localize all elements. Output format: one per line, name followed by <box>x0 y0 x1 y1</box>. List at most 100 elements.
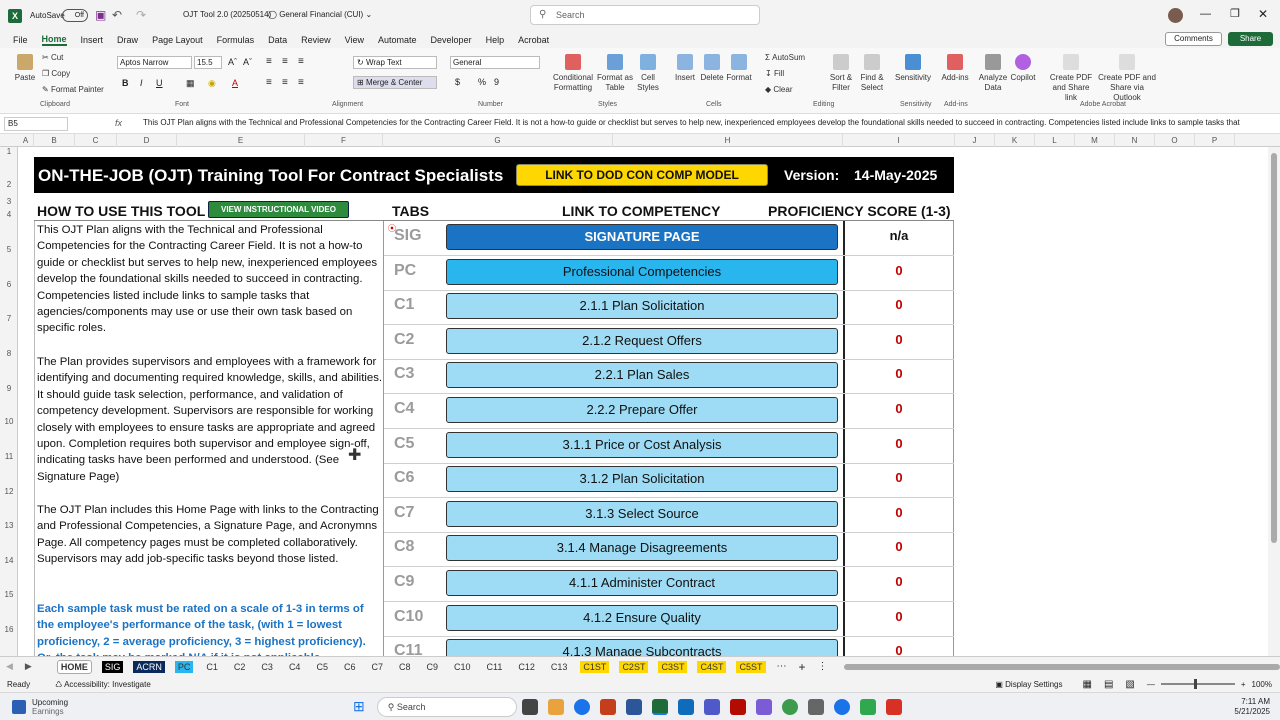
row-15[interactable]: 15 <box>0 590 18 599</box>
sheet-tab-c3[interactable]: C3 <box>258 661 276 673</box>
task-view-icon[interactable] <box>521 698 538 715</box>
row-10[interactable]: 10 <box>0 417 18 426</box>
sheet-tab-c4st[interactable]: C4ST <box>697 660 727 673</box>
font-size-select[interactable]: 15.5 <box>194 56 222 69</box>
zoom-slider[interactable] <box>1160 679 1235 689</box>
underline-icon[interactable]: U <box>156 78 163 88</box>
menu-data[interactable]: Data <box>268 35 287 45</box>
find-select-button[interactable]: Find & Select <box>857 54 887 93</box>
percent-icon[interactable]: % <box>478 77 486 87</box>
search-box[interactable]: ⚲ Search <box>530 5 760 25</box>
function-icon[interactable]: fx <box>115 118 122 128</box>
app-icon[interactable] <box>755 698 772 715</box>
menu-draw[interactable]: Draw <box>117 35 138 45</box>
competency-link-c11[interactable]: 4.1.3 Manage Subcontracts <box>446 639 838 656</box>
analyze-data-button[interactable]: Analyze Data <box>978 54 1008 93</box>
col-n[interactable]: N <box>1115 134 1155 147</box>
copy-button[interactable]: ❐ Copy <box>42 69 70 79</box>
create-pdf-share-button[interactable]: Create PDF and Share link <box>1046 54 1096 103</box>
decrease-font-icon[interactable]: Aˇ <box>243 57 252 67</box>
create-pdf-outlook-button[interactable]: Create PDF and Share via Outlook <box>1098 54 1156 103</box>
comma-icon[interactable]: 9 <box>494 77 499 87</box>
avatar[interactable] <box>1168 8 1183 23</box>
paste-button[interactable]: Paste <box>12 54 38 83</box>
sheet-tab-acrn[interactable]: ACRN <box>133 660 165 673</box>
page-layout-view-icon[interactable]: ▤ <box>1104 679 1113 690</box>
horizontal-scrollbar[interactable] <box>843 663 1280 670</box>
undo-icon[interactable]: ↶ <box>112 8 122 22</box>
italic-icon[interactable]: I <box>140 78 143 88</box>
sheet-tab-c2st[interactable]: C2ST <box>619 660 649 673</box>
cut-button[interactable]: ✂ Cut <box>42 53 63 63</box>
menu-developer[interactable]: Developer <box>431 35 472 45</box>
sheet-tab-c4[interactable]: C4 <box>286 661 304 673</box>
fill-button[interactable]: ↧ Fill <box>765 69 784 79</box>
sensitivity-button[interactable]: Sensitivity <box>895 54 931 83</box>
zoom-in-icon[interactable]: + <box>1241 680 1246 689</box>
dod-con-comp-link[interactable]: LINK TO DOD CON COMP MODEL <box>516 164 768 186</box>
competency-link-c6[interactable]: 3.1.2 Plan Solicitation <box>446 466 838 493</box>
instructional-video-button[interactable]: VIEW INSTRUCTIONAL VIDEO <box>208 201 349 218</box>
accessibility-status[interactable]: ♺ Accessibility: Investigate <box>55 680 151 689</box>
delete-cells-button[interactable]: Delete <box>700 54 724 83</box>
minimize-icon[interactable]: — <box>1200 8 1211 20</box>
windows-start-icon[interactable]: ⊞ <box>353 698 365 715</box>
sheet-tab-c11[interactable]: C11 <box>484 661 506 673</box>
news-widget[interactable]: Upcoming Earnings <box>32 698 68 716</box>
col-g[interactable]: G <box>383 134 613 147</box>
competency-link-pc[interactable]: Professional Competencies <box>446 258 838 285</box>
competency-link-c9[interactable]: 4.1.1 Administer Contract <box>446 570 838 596</box>
row-3[interactable]: 3 <box>0 197 18 206</box>
more-sheets-icon[interactable]: ⋯ <box>777 661 787 672</box>
redo-icon[interactable]: ↷ <box>136 8 146 22</box>
acrobat-icon[interactable] <box>729 698 746 715</box>
col-e[interactable]: E <box>177 134 305 147</box>
sheet-tab-c1st[interactable]: C1ST <box>580 660 610 673</box>
settings-icon[interactable] <box>807 698 824 715</box>
add-sheet-icon[interactable]: + <box>799 660 806 674</box>
outlook-icon[interactable] <box>677 698 694 715</box>
format-as-table-button[interactable]: Format as Table <box>597 54 633 93</box>
row-9[interactable]: 9 <box>0 384 18 393</box>
merge-center-button[interactable]: ⊞ Merge & Center <box>353 76 437 89</box>
menu-automate[interactable]: Automate <box>378 35 417 45</box>
wrap-text-button[interactable]: ↻ Wrap Text <box>353 56 437 69</box>
cell-styles-button[interactable]: Cell Styles <box>633 54 663 93</box>
powerpoint-icon[interactable] <box>599 698 616 715</box>
weather-icon[interactable] <box>12 699 26 714</box>
row-16[interactable]: 16 <box>0 625 18 634</box>
row-5[interactable]: 5 <box>0 245 18 254</box>
display-settings[interactable]: ▣ Display Settings <box>995 680 1062 689</box>
zoom-slider-thumb[interactable] <box>1193 679 1197 689</box>
row-2[interactable]: 2 <box>0 180 18 189</box>
font-color-icon[interactable]: A <box>232 78 238 88</box>
competency-link-sig[interactable]: SIGNATURE PAGE <box>446 224 838 250</box>
competency-link-c3[interactable]: 2.2.1 Plan Sales <box>446 362 838 389</box>
competency-link-c5[interactable]: 3.1.1 Price or Cost Analysis <box>446 431 838 458</box>
chrome-icon[interactable] <box>573 698 590 715</box>
camtasia-icon[interactable] <box>859 698 876 715</box>
number-format-select[interactable]: General <box>450 56 540 69</box>
close-icon[interactable]: ✕ <box>1258 7 1268 21</box>
vertical-scroll-thumb[interactable] <box>1271 153 1277 543</box>
clear-button[interactable]: ◆ Clear <box>765 85 793 95</box>
align-right-icon[interactable]: ≡ <box>298 77 304 88</box>
comments-button[interactable]: Comments <box>1165 32 1222 46</box>
sheet-tab-c8[interactable]: C8 <box>396 661 414 673</box>
sheet-tab-sig[interactable]: SIG <box>101 660 124 673</box>
taskbar-search[interactable]: ⚲ Search <box>376 696 517 717</box>
sheet-tab-home[interactable]: HOME <box>56 659 92 674</box>
menu-acrobat[interactable]: Acrobat <box>518 35 549 45</box>
row-1[interactable]: 1 <box>0 147 18 156</box>
sort-filter-button[interactable]: Sort & Filter <box>826 54 856 93</box>
chrome-profile-icon[interactable] <box>781 698 798 715</box>
row-4[interactable]: 4 <box>0 210 18 219</box>
col-a[interactable]: A <box>18 134 34 147</box>
sheet-tab-c13[interactable]: C13 <box>548 661 571 673</box>
excel-taskbar-icon[interactable] <box>651 698 668 715</box>
sheet-tab-c1[interactable]: C1 <box>203 661 221 673</box>
row-6[interactable]: 6 <box>0 280 18 289</box>
menu-file[interactable]: File <box>13 35 28 45</box>
col-f[interactable]: F <box>305 134 383 147</box>
col-p[interactable]: P <box>1195 134 1235 147</box>
